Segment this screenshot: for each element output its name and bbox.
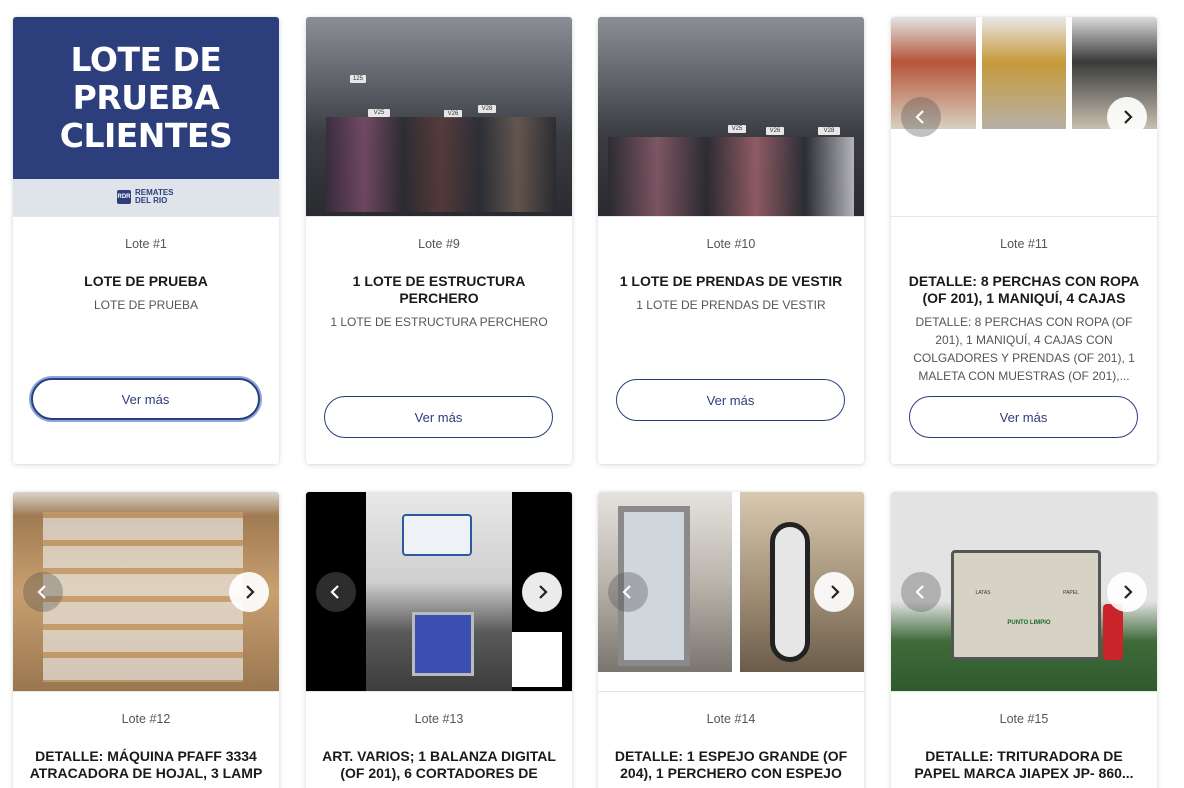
ver-mas-button[interactable]: Ver más <box>616 379 845 421</box>
lot-card[interactable]: Lote #13 ART. VARIOS; 1 BALANZA DIGITAL … <box>306 492 572 788</box>
lot-title: DETALLE: 8 PERCHAS CON ROPA (OF 201), 1 … <box>908 273 1140 306</box>
lot-title: 1 LOTE DE ESTRUCTURA PERCHERO <box>352 273 526 306</box>
lot-image-carousel[interactable] <box>891 17 1157 217</box>
lot-title: DETALLE: MÁQUINA PFAFF 3334 ATRACADORA D… <box>29 748 263 781</box>
lot-title: DETALLE: TRITURADORA DE PAPEL MARCA JIAP… <box>914 748 1134 781</box>
lot-number: Lote #15 <box>999 712 1049 726</box>
lot-image[interactable]: LOTE DE PRUEBA CLIENTES RDR REMATES DEL R… <box>13 17 279 217</box>
carousel-prev-button[interactable] <box>608 572 648 612</box>
carousel-prev-button[interactable] <box>316 572 356 612</box>
lot-image-carousel[interactable]: PUNTO LIMPIO LATAS PAPEL <box>891 492 1157 692</box>
ver-mas-button[interactable]: Ver más <box>324 396 553 438</box>
lot-description: 1 LOTE DE PRENDAS DE VESTIR <box>636 298 826 312</box>
lot-number: Lote #10 <box>706 237 756 251</box>
carousel-prev-button[interactable] <box>901 572 941 612</box>
lot-title: LOTE DE PRUEBA <box>84 273 208 289</box>
lot-number: Lote #9 <box>418 237 460 251</box>
carousel-prev-button[interactable] <box>901 97 941 137</box>
carousel-prev-button[interactable] <box>23 572 63 612</box>
lot-card[interactable]: 125 V25 V26 V28 Lote #9 1 LOTE DE ESTRUC… <box>306 17 572 464</box>
lot-image-carousel[interactable] <box>306 492 572 692</box>
lot-image[interactable]: 125 V25 V26 V28 <box>306 17 572 217</box>
lot-title: 1 LOTE DE PRENDAS DE VESTIR <box>619 273 843 289</box>
chevron-left-icon <box>330 585 339 599</box>
chevron-right-icon <box>831 585 840 599</box>
chevron-right-icon <box>246 585 255 599</box>
chevron-left-icon <box>915 585 924 599</box>
lot-title: DETALLE: 1 ESPEJO GRANDE (OF 204), 1 PER… <box>614 748 848 781</box>
lot-card[interactable]: Lote #14 DETALLE: 1 ESPEJO GRANDE (OF 20… <box>598 492 864 788</box>
carousel-next-button[interactable] <box>814 572 854 612</box>
lot-number: Lote #11 <box>1000 237 1048 251</box>
chevron-right-icon <box>1124 110 1133 124</box>
chevron-left-icon <box>37 585 46 599</box>
lot-card[interactable]: V25 V26 V28 Lote #10 1 LOTE DE PRENDAS D… <box>598 17 864 464</box>
lot-description: 1 LOTE DE ESTRUCTURA PERCHERO <box>330 315 548 329</box>
lot-image-carousel[interactable] <box>13 492 279 692</box>
lot-description: LOTE DE PRUEBA <box>93 298 199 312</box>
lot-card[interactable]: PUNTO LIMPIO LATAS PAPEL Lote #15 DETALL… <box>891 492 1157 788</box>
lot-title: ART. VARIOS; 1 BALANZA DIGITAL (OF 201),… <box>322 748 556 781</box>
lot-card[interactable]: Lote #11 DETALLE: 8 PERCHAS CON ROPA (OF… <box>891 17 1157 464</box>
chevron-left-icon <box>622 585 631 599</box>
lot-number: Lote #14 <box>706 712 756 726</box>
carousel-next-button[interactable] <box>1107 572 1147 612</box>
chevron-right-icon <box>1124 585 1133 599</box>
carousel-next-button[interactable] <box>229 572 269 612</box>
ver-mas-button[interactable]: Ver más <box>31 378 260 420</box>
chevron-right-icon <box>539 585 548 599</box>
lot-number: Lote #13 <box>414 712 464 726</box>
remates-del-rio-logo: RDR REMATES DEL RIO <box>117 188 174 205</box>
ver-mas-button[interactable]: Ver más <box>909 396 1138 438</box>
lot-card[interactable]: LOTE DE PRUEBA CLIENTES RDR REMATES DEL R… <box>13 17 279 464</box>
carousel-next-button[interactable] <box>522 572 562 612</box>
carousel-next-button[interactable] <box>1107 97 1147 137</box>
bin-brand: PUNTO LIMPIO <box>1007 620 1051 626</box>
lot-description: DETALLE: 8 PERCHAS CON ROPA (OF 201), 1 … <box>913 315 1135 383</box>
lot-card[interactable]: Lote #12 DETALLE: MÁQUINA PFAFF 3334 ATR… <box>13 492 279 788</box>
lot-number: Lote #1 <box>125 237 167 251</box>
chevron-left-icon <box>915 110 924 124</box>
lot-image-carousel[interactable] <box>598 492 864 692</box>
lot-image[interactable]: V25 V26 V28 <box>598 17 864 217</box>
promo-text: LOTE DE PRUEBA CLIENTES <box>59 40 233 155</box>
lot-number: Lote #12 <box>121 712 171 726</box>
